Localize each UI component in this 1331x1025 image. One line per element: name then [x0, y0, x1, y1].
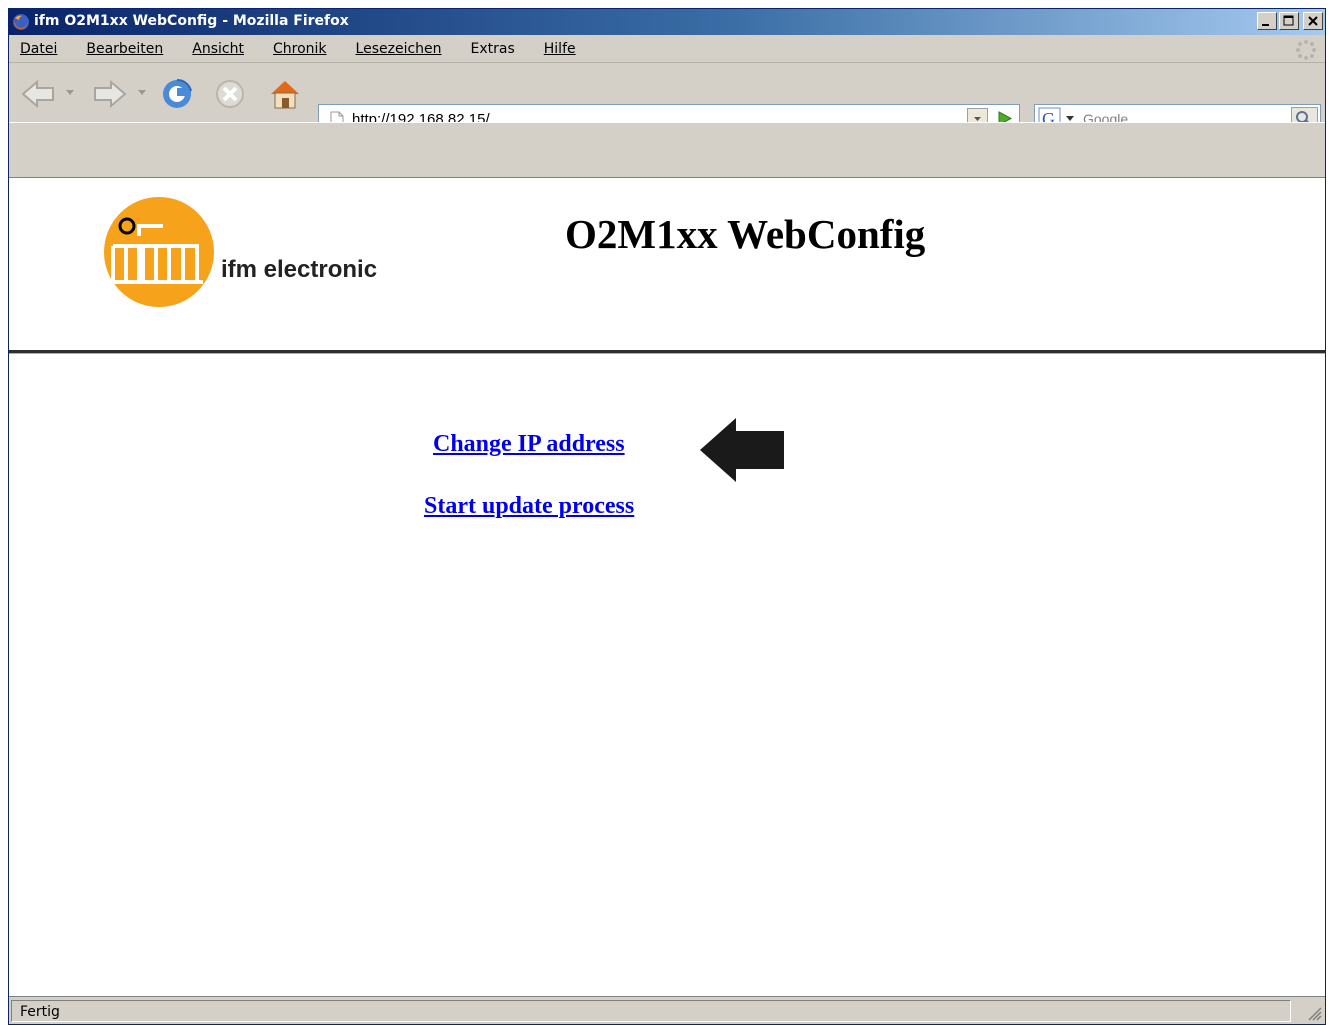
status-panel: Fertig — [11, 1000, 1291, 1022]
menu-ansicht-label: Ansicht — [192, 40, 244, 57]
close-button[interactable] — [1303, 12, 1323, 30]
title-bar[interactable]: ifm O2M1xx WebConfig - Mozilla Firefox — [9, 9, 1325, 35]
maximize-icon — [1283, 15, 1294, 26]
back-dropdown-icon[interactable] — [65, 89, 75, 97]
status-text: Fertig — [20, 1004, 60, 1020]
page-content: ifm electronic O2M1xx WebConfig Change I… — [9, 178, 1325, 996]
resize-grip-icon[interactable] — [1303, 1002, 1323, 1022]
stop-icon[interactable] — [212, 77, 248, 111]
back-icon[interactable] — [19, 77, 61, 111]
status-bar: Fertig — [9, 996, 1325, 1024]
menu-lesezeichen[interactable]: Lesezeichen — [353, 39, 445, 59]
throbber-icon — [1296, 40, 1316, 60]
menu-lesezeichen-label: Lesezeichen — [355, 40, 442, 57]
menu-ansicht[interactable]: Ansicht — [189, 39, 247, 59]
maximize-button[interactable] — [1279, 12, 1299, 30]
minimize-button[interactable] — [1257, 12, 1277, 30]
menu-datei-label: Datei — [20, 40, 58, 57]
ifm-logo-icon — [104, 197, 214, 307]
reload-icon[interactable] — [159, 77, 195, 111]
header-divider — [9, 350, 1325, 354]
menu-datei[interactable]: Datei — [17, 39, 60, 59]
menu-bearbeiten[interactable]: Bearbeiten — [83, 39, 166, 59]
window-title: ifm O2M1xx WebConfig - Mozilla Firefox — [34, 13, 349, 29]
forward-icon[interactable] — [87, 77, 129, 111]
menu-bar: Datei Bearbeiten Ansicht Chronik Lesezei… — [9, 35, 1325, 63]
firefox-icon — [13, 14, 29, 30]
browser-window: ifm O2M1xx WebConfig - Mozilla Firefox D… — [8, 8, 1326, 1025]
minimize-icon — [1262, 24, 1269, 26]
forward-dropdown-icon[interactable] — [137, 89, 147, 97]
menu-bearbeiten-label: Bearbeiten — [86, 40, 164, 57]
navigation-toolbar: http://192.168.82.15/ G Google — [9, 64, 1325, 133]
menu-hilfe-label: Hilfe — [543, 40, 576, 57]
menu-extras[interactable]: Extras — [468, 39, 518, 59]
menu-chronik[interactable]: Chronik — [270, 39, 330, 59]
page-title: O2M1xx WebConfig — [565, 211, 926, 257]
home-icon[interactable] — [267, 77, 303, 111]
bookmarks-toolbar — [9, 122, 1325, 178]
menu-chronik-label: Chronik — [272, 40, 327, 57]
menu-extras-label: Extras — [470, 40, 515, 57]
change-ip-link[interactable]: Change IP address — [433, 431, 625, 458]
close-icon — [1308, 16, 1318, 26]
brand-name: ifm electronic — [221, 256, 378, 283]
menu-hilfe[interactable]: Hilfe — [541, 39, 579, 59]
pointer-arrow-icon — [700, 418, 784, 482]
start-update-link[interactable]: Start update process — [424, 493, 634, 520]
